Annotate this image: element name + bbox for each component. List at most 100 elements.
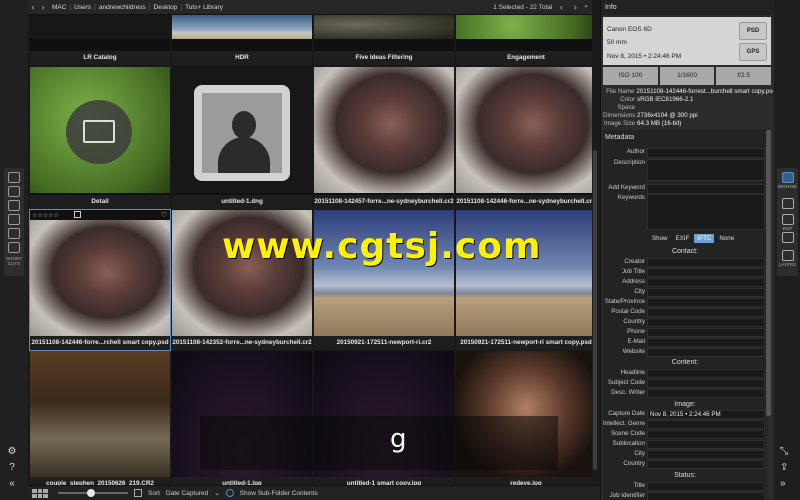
edit-mode-button[interactable]: EDIT [777,214,798,231]
folder-tile[interactable]: LR Catalog [30,15,170,65]
panel-scrollbar[interactable] [766,130,771,416]
field-input[interactable] [647,389,765,398]
field-input[interactable] [647,492,765,500]
field-input[interactable] [647,328,765,337]
images-icon[interactable] [8,200,20,211]
layers-icon [781,250,794,261]
expand-right-icon[interactable]: » [780,478,786,489]
cloud-icon[interactable] [8,242,20,253]
wand-icon [781,198,794,209]
field-input[interactable] [647,379,765,388]
large-thumb-icon[interactable] [134,489,142,497]
field-input[interactable] [647,420,765,429]
field-input[interactable] [647,258,765,267]
subfolder-toggle[interactable] [225,489,234,497]
field-input[interactable] [647,288,765,297]
help-icon[interactable]: ? [5,462,19,473]
field-input[interactable] [647,308,765,317]
video-overlay [200,416,558,470]
placeholder-image-icon [194,85,290,181]
contact-header: Contact: [671,248,699,255]
breadcrumb-item-user[interactable]: andrewchildress [99,4,146,11]
tab-iptc[interactable]: IPTC [694,234,715,243]
person-button[interactable] [777,232,798,243]
camera-icon[interactable] [8,186,20,197]
field-input[interactable] [647,348,765,357]
resize-icon[interactable]: ⤡ [780,446,788,457]
bottom-bar: Sort Date Captured ⌄ Show Sub-Folder Con… [28,485,600,500]
gear-icon[interactable]: ⚙ [5,446,19,457]
image-tile[interactable]: 20151108-142457-forre...ne-sydneyburchel… [314,67,454,209]
add-keyword-label: Add Keyword [608,184,645,191]
add-keyword-field[interactable] [647,184,765,194]
capture-date-field[interactable]: Nov 8, 2015 • 2:24:46 PM [647,410,765,419]
share-icon[interactable]: ⇪ [780,462,788,473]
breadcrumb-item-users[interactable]: Users [74,4,91,11]
metadata-tabs: Show EXIF IPTC None [649,234,737,243]
next-icon[interactable]: › [570,2,580,12]
field-label: Country [623,460,645,467]
field-input[interactable] [647,440,765,449]
heart-icon[interactable]: ♡ [161,211,167,219]
grid-scrollbar[interactable] [593,150,597,470]
folder-tile[interactable]: Engagement [456,15,592,65]
field-input[interactable] [647,450,765,459]
breadcrumb-item-library[interactable]: Tuts+ Library [185,4,223,11]
field-input[interactable] [647,460,765,469]
star-rating[interactable]: ☆☆☆☆☆ [32,212,59,219]
field-input[interactable] [647,278,765,287]
monitor-icon[interactable] [8,172,20,183]
prev-icon[interactable]: ‹ [556,2,566,12]
back-arrow-icon[interactable]: ‹ [28,2,38,12]
tab-none[interactable]: None [716,234,737,243]
thumbnail-size-slider[interactable] [58,489,128,497]
tab-exif[interactable]: EXIF [672,234,692,243]
image-tile[interactable]: untitled-1.dng [172,67,312,209]
folder-tile[interactable]: Five Ideas Filtering [314,15,454,65]
image-tile[interactable]: 20151108-142446-forre...ne-sydneyburchel… [456,67,592,209]
field-input[interactable] [647,338,765,347]
field-input[interactable] [647,268,765,277]
sort-chevron-icon[interactable]: ⌄ [214,489,219,497]
breadcrumb-item-mac[interactable]: MAC [52,4,66,11]
folder-tile[interactable]: Detail [30,67,170,209]
field-input[interactable] [647,369,765,378]
tile-caption: Detail [30,195,170,209]
author-field[interactable] [647,148,765,158]
breadcrumb-item-desktop[interactable]: Desktop [154,4,178,11]
tile-caption: 20151108-142446-forre...rchell smart cop… [30,336,170,350]
slider-knob[interactable] [87,489,96,497]
field-input[interactable] [647,318,765,327]
grid-view-icon[interactable] [32,488,48,498]
keywords-field[interactable] [647,194,765,230]
sort-dropdown[interactable]: Date Captured [166,490,208,497]
field-input[interactable] [647,430,765,439]
gps-badge[interactable]: GPS [739,43,767,61]
folder-tile[interactable]: HDR [172,15,312,65]
shortcuts-strip: SHORT CUTS [4,168,24,276]
status-header: Status: [674,472,696,479]
field-input[interactable] [647,298,765,307]
tile-caption: Five Ideas Filtering [314,51,454,65]
wand-button[interactable] [777,198,798,209]
layers-mode-button[interactable]: LAYERS [777,250,798,267]
info-panel: Info Canon EOS 6D 50 mm Nov 8, 2015 • 2:… [600,0,774,500]
color-space-value: sRGB IEC61966-2.1 [637,96,694,103]
document-icon[interactable] [8,214,20,225]
camera-model: Canon EOS 6D [607,26,652,33]
field-label: Title [633,482,645,489]
zoom-icon[interactable]: ⌕ [584,3,588,11]
expand-left-icon[interactable]: « [5,478,19,489]
author-label: Author [626,148,645,155]
image-tile-selected[interactable]: ☆☆☆☆☆ ♡ 20151108-142446-forre...rchell s… [29,209,171,351]
image-tile[interactable]: couple_stephen_20150626_219.CR2 [30,351,170,485]
aperture-value: f/2.5 [716,67,772,85]
browse-mode-button[interactable]: BROWSE [777,172,798,189]
layers-icon[interactable] [8,228,20,239]
tile-caption: Engagement [456,51,592,65]
forward-arrow-icon[interactable]: › [38,2,48,12]
description-field[interactable] [647,159,765,181]
field-input[interactable] [647,482,765,491]
info-header: Info [601,0,774,15]
select-checkbox[interactable] [74,211,81,218]
